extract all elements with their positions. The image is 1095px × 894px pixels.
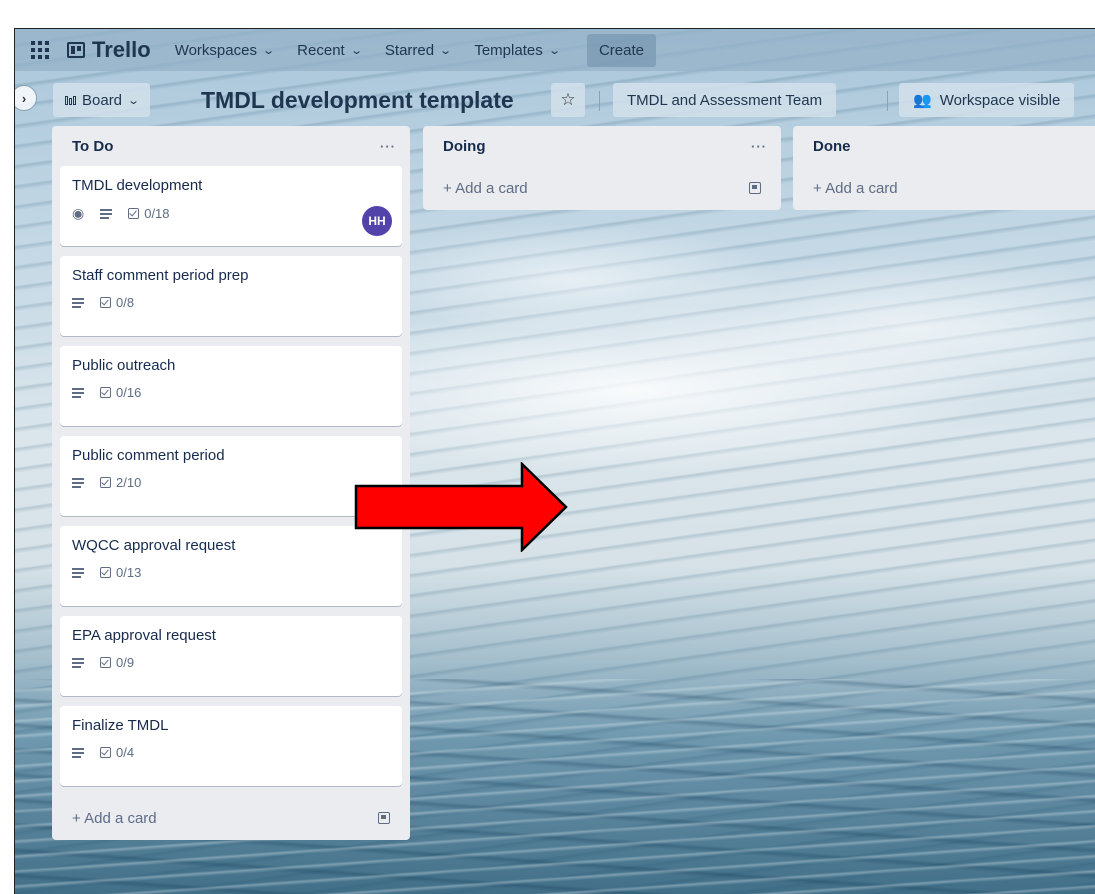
nav-recent-label: Recent — [297, 41, 345, 59]
add-card-label: + Add a card — [813, 179, 898, 197]
nav-templates-label: Templates — [474, 41, 543, 59]
list-header[interactable]: Done — [793, 126, 1095, 166]
visibility-label: Workspace visible — [939, 91, 1061, 109]
card-badges: 0/4 — [72, 745, 390, 760]
chevron-down-icon: ⌄ — [262, 44, 276, 57]
checklist-icon — [100, 747, 111, 758]
app-switcher-icon[interactable] — [31, 41, 49, 59]
avatar[interactable]: HH — [362, 206, 392, 236]
description-icon — [100, 208, 113, 219]
checklist-count: 0/8 — [116, 295, 135, 310]
description-icon — [72, 477, 84, 488]
card-badges: 0/8 — [72, 295, 390, 310]
chevron-down-icon: ⌄ — [349, 44, 363, 57]
list-title[interactable]: Done — [813, 138, 851, 155]
star-board-button[interactable]: ☆ — [551, 83, 585, 117]
card-badges: 2/10 — [72, 475, 390, 490]
card[interactable]: Public comment period 2/10 — [60, 436, 402, 516]
card-badges: 0/13 — [72, 565, 390, 580]
trello-logo[interactable]: Trello — [67, 37, 151, 63]
card-badges: ◉ 0/18 — [72, 205, 390, 222]
divider — [599, 91, 600, 111]
add-card-button[interactable]: + Add a card — [423, 166, 781, 210]
sidebar-expand-button[interactable]: › — [15, 85, 37, 111]
watch-eye-icon: ◉ — [72, 205, 85, 221]
checklist-icon — [100, 477, 111, 488]
description-icon — [72, 657, 84, 668]
list-done: Done + Add a card — [793, 126, 1095, 210]
card[interactable]: WQCC approval request 0/13 — [60, 526, 402, 606]
card[interactable]: Staff comment period prep 0/8 — [60, 256, 402, 336]
checklist-count: 0/13 — [116, 565, 142, 580]
divider — [887, 91, 888, 111]
list-header[interactable]: Doing ··· — [423, 126, 781, 166]
nav-starred[interactable]: Starred ⌄ — [384, 41, 453, 59]
card-title: TMDL development — [72, 177, 203, 194]
description-icon — [72, 297, 84, 308]
add-card-button[interactable]: + Add a card — [52, 796, 410, 840]
description-icon — [72, 567, 84, 578]
checklist-count: 0/4 — [116, 745, 135, 760]
card-title: EPA approval request — [72, 627, 216, 644]
card[interactable]: TMDL development ◉ 0/18 HH — [60, 166, 402, 246]
checklist-count: 0/9 — [116, 655, 135, 670]
description-icon — [72, 747, 84, 758]
list-menu-icon[interactable]: ··· — [751, 139, 767, 154]
nav-templates[interactable]: Templates ⌄ — [474, 41, 561, 59]
card-title: Staff comment period prep — [72, 267, 249, 284]
add-card-button[interactable]: + Add a card — [793, 166, 1095, 210]
list-doing: Doing ··· + Add a card — [423, 126, 781, 210]
people-icon: 👥 — [913, 92, 932, 109]
card-title: Public outreach — [72, 357, 176, 374]
checklist-icon — [100, 297, 111, 308]
add-card-label: + Add a card — [72, 809, 157, 827]
list-title[interactable]: To Do — [72, 138, 113, 155]
card-badges: 0/9 — [72, 655, 390, 670]
card[interactable]: EPA approval request 0/9 — [60, 616, 402, 696]
board-icon — [65, 95, 76, 105]
card[interactable]: Finalize TMDL 0/4 — [60, 706, 402, 786]
star-icon: ☆ — [560, 90, 576, 109]
chevron-down-icon: ⌄ — [127, 94, 141, 107]
visibility-button[interactable]: 👥 Workspace visible — [899, 83, 1075, 117]
workspace-team-button[interactable]: TMDL and Assessment Team — [613, 83, 837, 117]
card[interactable]: Public outreach 0/16 — [60, 346, 402, 426]
add-card-label: + Add a card — [443, 179, 528, 197]
list-header[interactable]: To Do ··· — [52, 126, 410, 166]
create-button[interactable]: Create — [586, 33, 656, 67]
top-navigation: Trello Workspaces ⌄ Recent ⌄ Starred ⌄ Temp… — [15, 29, 1095, 71]
card-title: WQCC approval request — [72, 537, 236, 554]
board-view-switcher[interactable]: Board ⌄ — [53, 83, 151, 117]
checklist-icon — [128, 208, 140, 219]
trello-logo-text: Trello — [92, 37, 151, 62]
nav-starred-label: Starred — [384, 41, 435, 59]
checklist-count: 2/10 — [116, 475, 142, 490]
nav-workspaces-label: Workspaces — [174, 41, 257, 59]
checklist-icon — [100, 657, 111, 668]
checklist-icon — [100, 567, 111, 578]
board-view-label: Board — [82, 91, 123, 109]
checklist-icon — [100, 387, 111, 398]
card-title: Public comment period — [72, 447, 225, 464]
list-title[interactable]: Doing — [443, 138, 486, 155]
list-menu-icon[interactable]: ··· — [380, 139, 396, 154]
chevron-down-icon: ⌄ — [439, 44, 453, 57]
card-template-icon[interactable] — [749, 182, 761, 194]
nav-workspaces[interactable]: Workspaces ⌄ — [174, 41, 276, 59]
card-template-icon[interactable] — [378, 812, 390, 824]
card-title: Finalize TMDL — [72, 717, 169, 734]
annotation-arrow-icon — [354, 462, 568, 552]
nav-recent[interactable]: Recent ⌄ — [297, 41, 363, 59]
board-title[interactable]: TMDL development template — [201, 83, 514, 117]
checklist-count: 0/18 — [144, 206, 170, 221]
checklist-count: 0/16 — [116, 385, 142, 400]
board-header: › Board ⌄ TMDL development template ☆ TM… — [15, 71, 1095, 127]
trello-logo-icon — [67, 42, 85, 58]
description-icon — [72, 387, 84, 398]
chevron-down-icon: ⌄ — [547, 44, 561, 57]
card-badges: 0/16 — [72, 385, 390, 400]
